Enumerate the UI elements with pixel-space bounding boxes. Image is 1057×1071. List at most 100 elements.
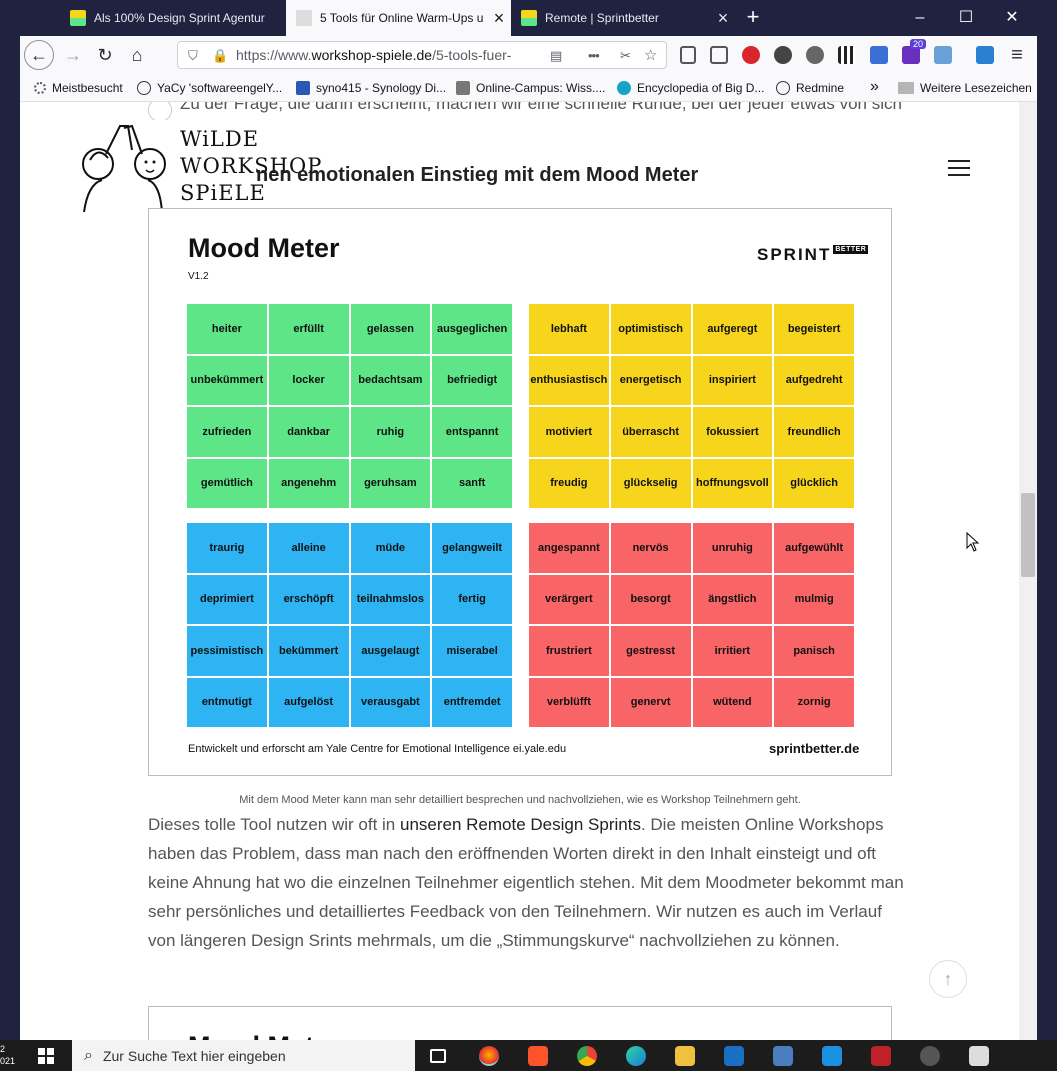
hamburger-menu-icon[interactable] bbox=[948, 160, 970, 178]
home-button[interactable]: ⌂ bbox=[122, 41, 152, 69]
bookmark-most-visited[interactable]: Meistbesucht bbox=[34, 81, 123, 95]
desktop-background-right bbox=[1037, 36, 1057, 1040]
privacy-badger-icon[interactable] bbox=[774, 46, 792, 64]
tab-warm-ups[interactable]: 5 Tools für Online Warm-Ups u × bbox=[286, 0, 511, 36]
bookmark-encyclopedia[interactable]: Encyclopedia of Big D... bbox=[617, 81, 764, 95]
taskbar-clock: 2 021 bbox=[0, 1044, 16, 1066]
bookmark-yacy[interactable]: YaCy 'softwareengelY... bbox=[137, 81, 282, 95]
extension-camera-icon[interactable] bbox=[934, 46, 952, 64]
encyclopedia-icon bbox=[617, 81, 631, 95]
previous-paragraph-line: Zu der Frage, die dann erscheint, machen… bbox=[180, 102, 902, 113]
app-circle-icon[interactable] bbox=[920, 1046, 940, 1066]
new-tab-button[interactable]: + bbox=[741, 6, 765, 30]
mood-cell: aufgewühlt bbox=[774, 523, 854, 573]
mood-cell: begeistert bbox=[774, 304, 854, 354]
gear-icon bbox=[34, 82, 46, 94]
mood-cell: erschöpft bbox=[268, 574, 349, 624]
mood-cell: panisch bbox=[774, 626, 854, 676]
windows-start-icon[interactable] bbox=[38, 1048, 54, 1064]
forward-button[interactable]: → bbox=[58, 41, 88, 69]
remote-design-sprints-link[interactable]: unseren Remote Design Sprints bbox=[400, 815, 641, 834]
tab-design-sprint[interactable]: Als 100% Design Sprint Agentur bbox=[60, 0, 286, 36]
clapperboard-icon[interactable] bbox=[969, 1046, 989, 1066]
globe-icon bbox=[137, 81, 151, 95]
maximize-button[interactable]: ☐ bbox=[952, 4, 980, 32]
reload-button[interactable]: ↻ bbox=[90, 41, 120, 69]
mood-cell: aufgelöst bbox=[268, 677, 349, 727]
task-view-icon[interactable] bbox=[430, 1049, 446, 1063]
bookmark-star-icon[interactable]: ☆ bbox=[644, 46, 657, 64]
extension-globe-icon[interactable] bbox=[806, 46, 824, 64]
firefox-icon[interactable] bbox=[479, 1046, 499, 1066]
scrollbar-thumb[interactable] bbox=[1021, 493, 1035, 577]
body-paragraph: Dieses tolle Tool nutzen wir oft in unse… bbox=[148, 815, 904, 950]
brave-icon[interactable] bbox=[528, 1046, 548, 1066]
mood-cell: unbekümmert bbox=[187, 355, 267, 405]
outlook-icon[interactable] bbox=[724, 1046, 744, 1066]
site-logo[interactable]: WiLDE WORKSHOP SPiELE bbox=[76, 120, 321, 214]
close-tab-icon[interactable]: × bbox=[487, 9, 511, 27]
mood-meter-version: V1.2 bbox=[188, 271, 209, 282]
mood-cell: hoffnungsvoll bbox=[692, 458, 773, 508]
close-window-button[interactable]: ✕ bbox=[998, 4, 1026, 32]
navigation-toolbar: ← → ↻ ⌂ ⛉ 🔒 https://www.workshop-spiele.… bbox=[20, 36, 1037, 74]
mood-cell: gelassen bbox=[350, 304, 431, 354]
image-caption: Mit dem Mood Meter kann man sehr detaill… bbox=[239, 794, 801, 806]
mood-cell: glückselig bbox=[610, 458, 691, 508]
web-page: Zu der Frage, die dann erscheint, machen… bbox=[20, 102, 1019, 1040]
app-spider-icon[interactable] bbox=[871, 1046, 891, 1066]
bookmark-online-campus[interactable]: Online-Campus: Wiss.... bbox=[456, 81, 605, 95]
file-explorer-icon[interactable] bbox=[675, 1046, 695, 1066]
url-path: /5-tools-fuer- bbox=[432, 47, 512, 63]
tab-strip: Als 100% Design Sprint Agentur 5 Tools f… bbox=[0, 0, 1057, 36]
mood-cell: entspannt bbox=[432, 407, 512, 457]
adblock-icon[interactable] bbox=[742, 46, 760, 64]
menu-button[interactable]: ≡ bbox=[1002, 41, 1032, 69]
mood-cell: motiviert bbox=[529, 407, 609, 457]
mood-cell: verausgabt bbox=[350, 677, 431, 727]
edge-icon[interactable] bbox=[626, 1046, 646, 1066]
mood-cell: unruhig bbox=[692, 523, 773, 573]
vscode-icon[interactable] bbox=[822, 1046, 842, 1066]
other-bookmarks-folder[interactable]: Weitere Lesezeichen bbox=[898, 81, 1032, 95]
screenshot-icon[interactable]: ✂ bbox=[620, 48, 631, 64]
mood-cell: sanft bbox=[432, 458, 512, 508]
minimize-button[interactable]: – bbox=[906, 4, 934, 32]
taskbar-search-box[interactable]: ⌕ Zur Suche Text hier eingeben bbox=[72, 1040, 415, 1071]
sidebar-icon[interactable] bbox=[710, 46, 728, 64]
shield-icon[interactable]: ⛉ bbox=[188, 48, 198, 64]
mood-cell: energetisch bbox=[610, 355, 691, 405]
url-bar[interactable]: ⛉ 🔒 https://www.workshop-spiele.de/5-too… bbox=[177, 41, 667, 69]
windows-taskbar: 2 021 ⌕ Zur Suche Text hier eingeben bbox=[0, 1040, 1057, 1071]
remote-desktop-icon[interactable] bbox=[773, 1046, 793, 1066]
extensions-icon[interactable] bbox=[976, 46, 994, 64]
close-tab-icon[interactable]: × bbox=[711, 9, 735, 27]
bookmarks-overflow-button[interactable]: » bbox=[870, 78, 879, 96]
url-text[interactable]: https://www.workshop-spiele.de/5-tools-f… bbox=[236, 47, 526, 63]
scroll-to-top-button[interactable]: ↑ bbox=[929, 960, 967, 998]
mood-cell: entfremdet bbox=[432, 677, 512, 727]
url-domain: workshop-spiele.de bbox=[311, 47, 433, 63]
page-actions-icon[interactable]: ••• bbox=[588, 48, 600, 63]
mood-cell: genervt bbox=[610, 677, 691, 727]
tab-remote-sprintbetter[interactable]: Remote | Sprintbetter × bbox=[511, 0, 735, 36]
qr-code-icon[interactable] bbox=[838, 46, 856, 64]
mood-cell: teilnahmslos bbox=[350, 574, 431, 624]
sprintbetter-logo: SPRINT BETTER bbox=[757, 245, 869, 264]
bookmark-syno415[interactable]: syno415 - Synology Di... bbox=[296, 81, 446, 95]
synology-icon bbox=[296, 81, 310, 95]
mood-meter-image: Mood Meter V1.2 SPRINT BETTER heiter erfül… bbox=[148, 208, 892, 776]
mood-cell: nervös bbox=[610, 523, 691, 573]
lock-icon[interactable]: 🔒 bbox=[212, 48, 228, 64]
extension-download-icon[interactable] bbox=[870, 46, 888, 64]
bookmark-redmine[interactable]: Redmine bbox=[776, 81, 844, 95]
extension-badge-count: 20 bbox=[910, 39, 927, 49]
mood-cell: optimistisch bbox=[610, 304, 691, 354]
reader-view-icon[interactable]: ▤ bbox=[550, 48, 562, 64]
library-icon[interactable] bbox=[680, 46, 696, 64]
back-button[interactable]: ← bbox=[24, 40, 54, 70]
list-marker-icon bbox=[148, 102, 172, 122]
mood-cell: gestresst bbox=[610, 626, 691, 676]
desktop-background-left bbox=[0, 36, 20, 1040]
chrome-icon[interactable] bbox=[577, 1046, 597, 1066]
